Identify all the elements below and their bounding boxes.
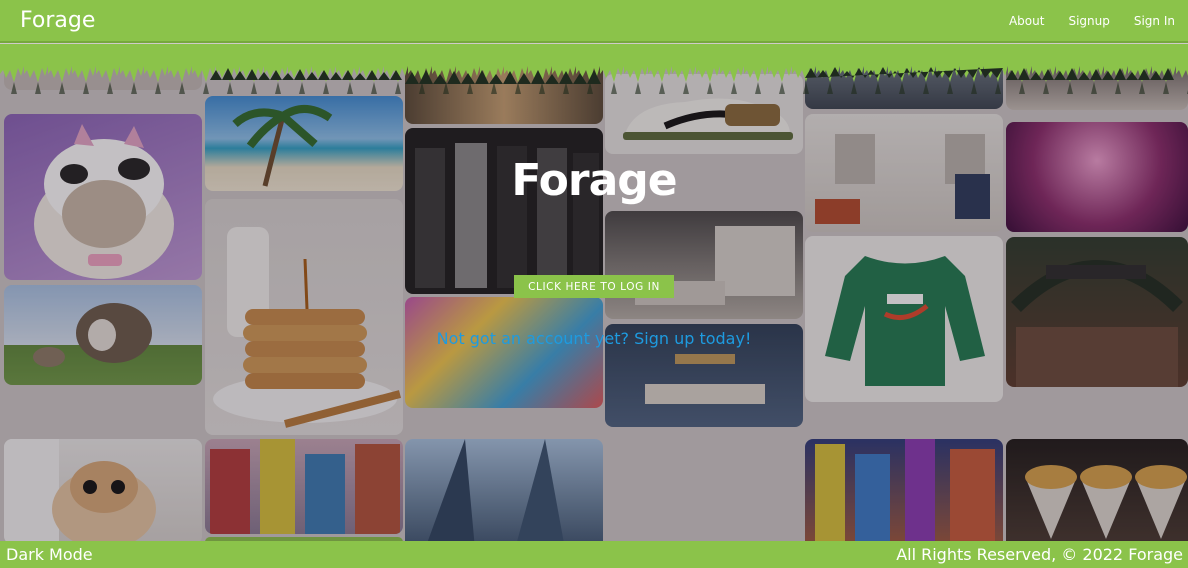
signup-prompt-link[interactable]: Not got an account yet? Sign up today! [0, 329, 1188, 348]
dark-mode-toggle[interactable]: Dark Mode [6, 545, 93, 564]
login-button[interactable]: CLICK HERE TO LOG IN [514, 275, 674, 298]
nav-signup-link[interactable]: Signup [1068, 14, 1109, 28]
footer: Dark Mode All Rights Reserved, © 2022 Fo… [0, 541, 1188, 568]
navbar: Forage About Signup Sign In [0, 0, 1188, 43]
nav-signin-link[interactable]: Sign In [1134, 14, 1175, 28]
nav-links: About Signup Sign In [1009, 14, 1175, 28]
copyright-text: All Rights Reserved, © 2022 Forage [896, 545, 1183, 564]
nav-about-link[interactable]: About [1009, 14, 1044, 28]
hero-title: Forage [511, 155, 677, 206]
brand-logo[interactable]: Forage [20, 8, 95, 33]
treeline-decoration [0, 44, 1188, 94]
